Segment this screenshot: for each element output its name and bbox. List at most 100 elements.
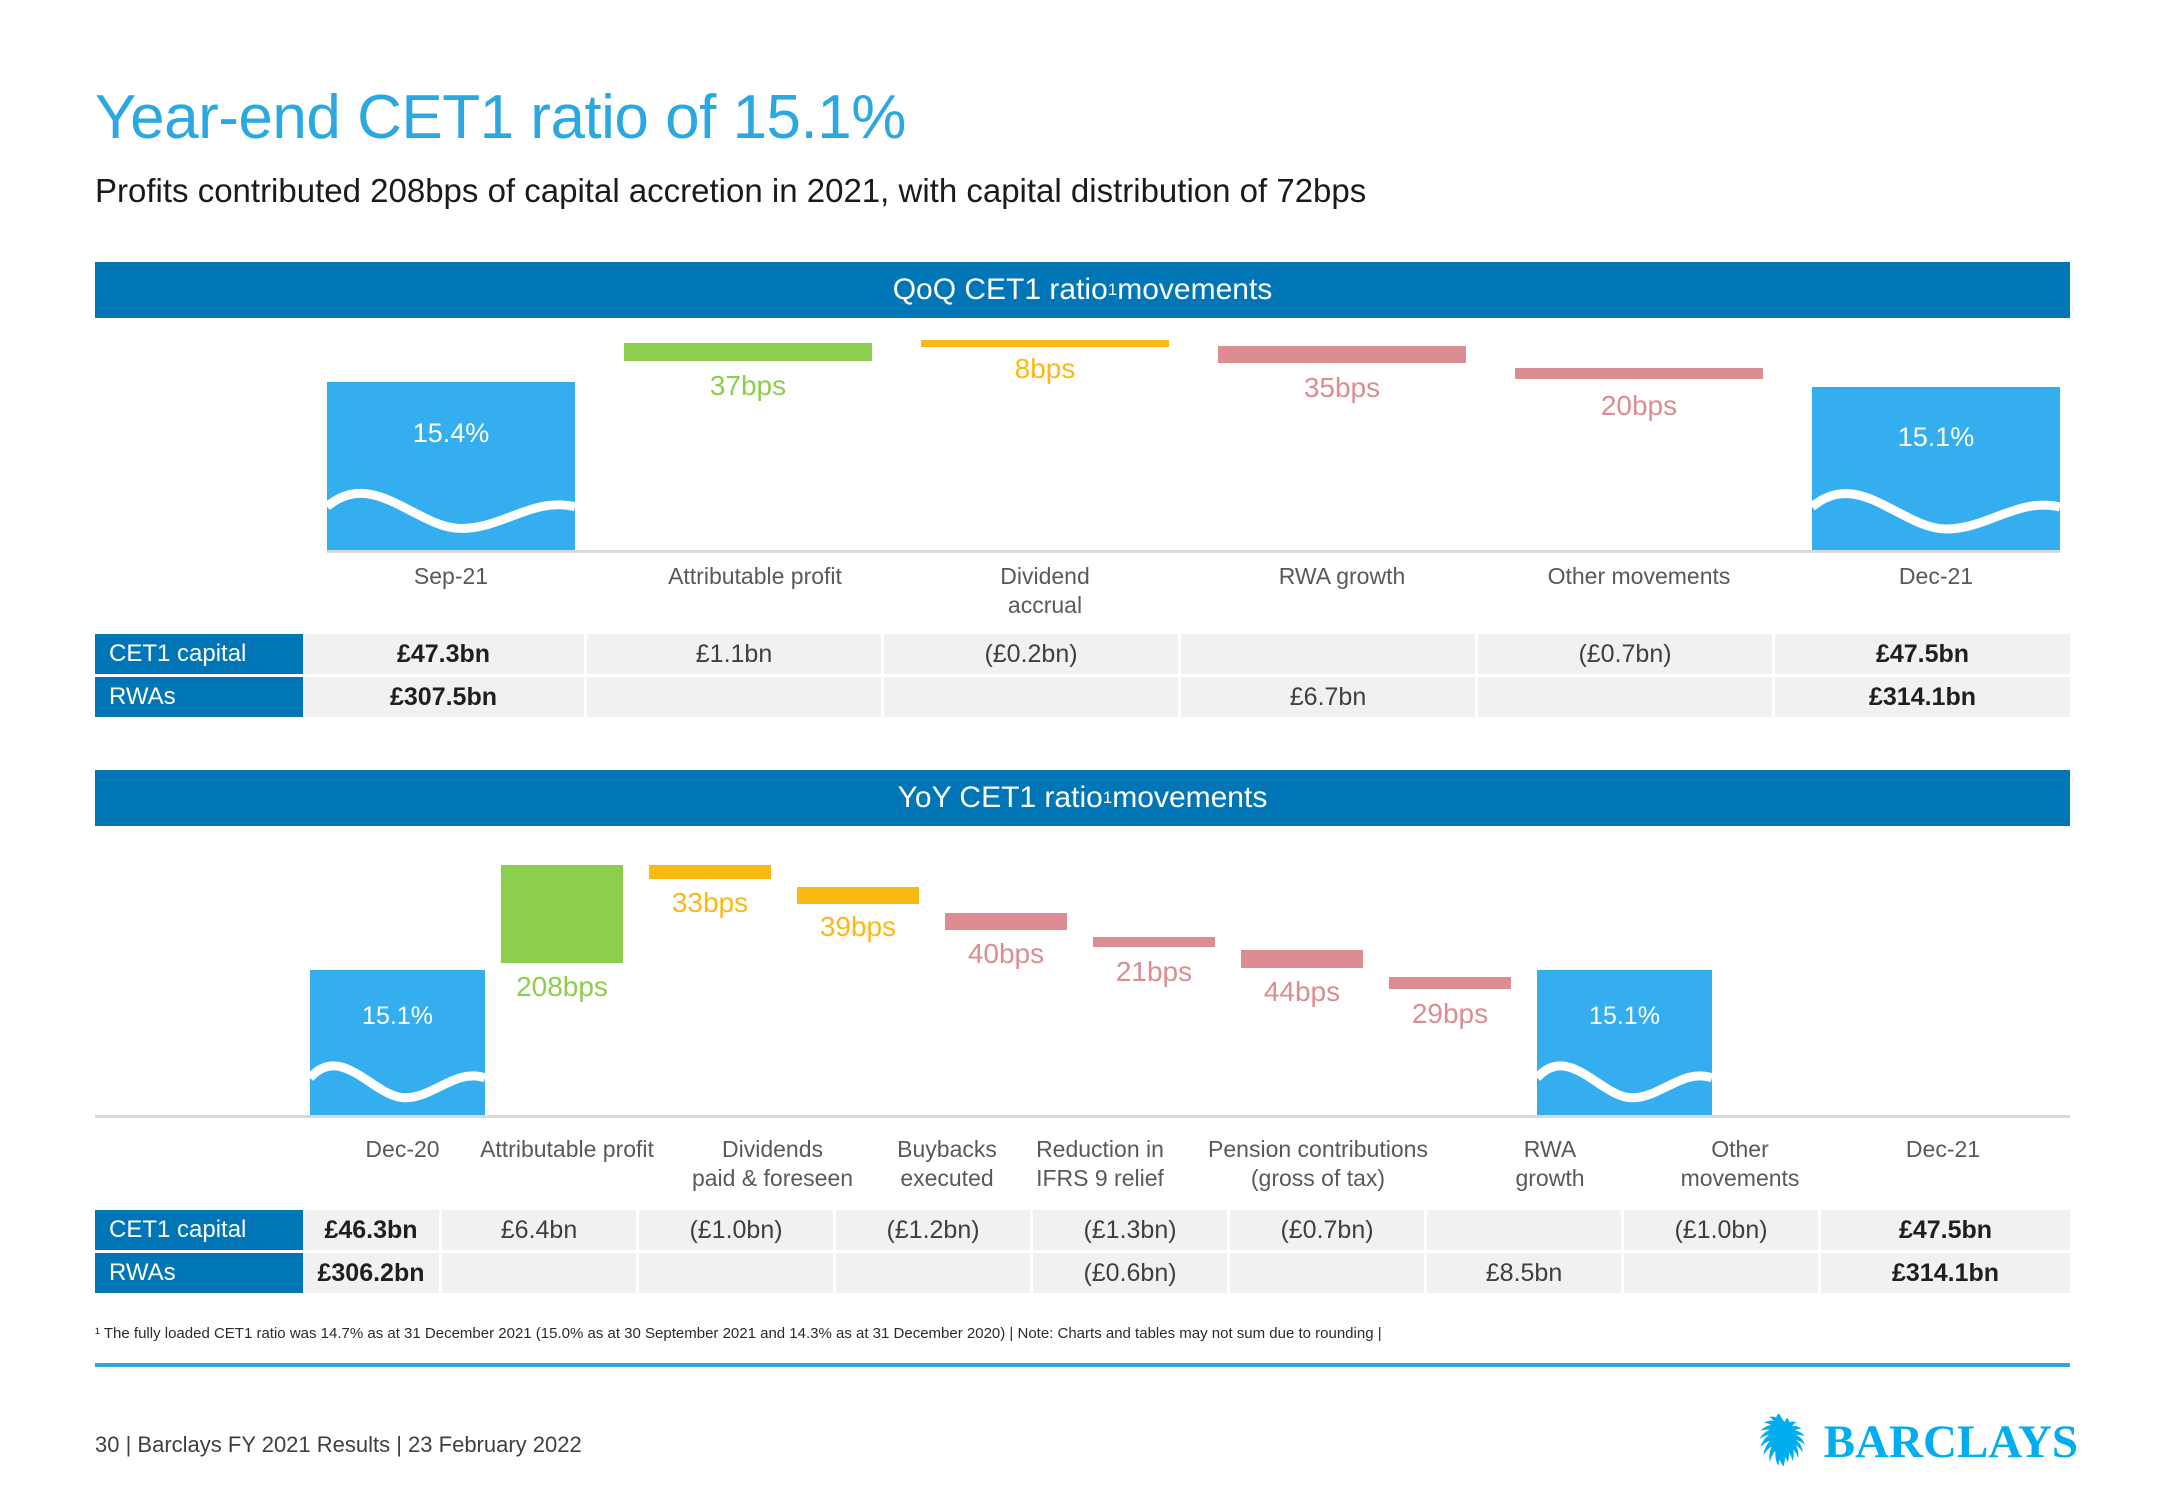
yoy-bar-dec21-wave-icon [1537, 1048, 1712, 1115]
yoy-bar-ifrs9-relief [945, 913, 1067, 930]
yoy-cell-rwas-2 [639, 1253, 836, 1293]
yoy-band-prefix: YoY CET1 ratio [897, 781, 1103, 814]
slide-root: Year-end CET1 ratio of 15.1% Profits con… [0, 0, 2166, 1500]
yoy-label-other-movements: 29bps [1411, 998, 1489, 1029]
qoq-data-table: CET1 capital £47.3bn £1.1bn (£0.2bn) (£0… [95, 634, 2070, 720]
qoq-cell-rwas-2 [884, 677, 1181, 717]
yoy-bar-dec21-value: 15.1% [1589, 1002, 1660, 1030]
qoq-bar-attributable-profit [624, 343, 872, 361]
qoq-cat-attributable-profit: Attributable profit [668, 563, 842, 589]
yoy-bar-dividends-paid [649, 865, 771, 879]
qoq-row-header-rwas: RWAs [95, 677, 303, 717]
yoy-cell-cet1-3: (£1.2bn) [836, 1210, 1033, 1250]
yoy-cat-other-movements: Other movements [1680, 1136, 1800, 1192]
qoq-band-suffix: movements [1117, 273, 1273, 306]
yoy-bar-dec20: 15.1% [310, 970, 485, 1115]
qoq-row-header-cet1: CET1 capital [95, 634, 303, 674]
footer-divider [95, 1363, 2070, 1367]
qoq-chart: 15.4% 37bps 8bps 35bps 20bps 15.1% [95, 330, 2070, 553]
yoy-cat-pension-contributions: Pension contributions (gross of tax) [1208, 1136, 1428, 1192]
yoy-cell-rwas-4: (£0.6bn) [1033, 1253, 1230, 1293]
yoy-cell-cet1-7: (£1.0bn) [1624, 1210, 1821, 1250]
yoy-cell-rwas-0: £306.2bn [303, 1253, 442, 1293]
yoy-bar-dec20-wave-icon [310, 1048, 485, 1115]
qoq-cell-cet1-5: £47.5bn [1775, 634, 2070, 674]
qoq-label-dividend-accrual: 8bps [1014, 353, 1076, 384]
qoq-bar-sep21-wave-icon [327, 473, 575, 550]
yoy-bar-dec21: 15.1% [1537, 970, 1712, 1115]
yoy-cat-dividends-paid: Dividends paid & foreseen [691, 1136, 854, 1192]
yoy-row-header-cet1: CET1 capital [95, 1210, 303, 1250]
qoq-cell-rwas-5: £314.1bn [1775, 677, 2070, 717]
qoq-bar-dec21-value: 15.1% [1897, 422, 1975, 452]
qoq-label-other-movements: 20bps [1600, 390, 1678, 421]
page-title: Year-end CET1 ratio of 15.1% [95, 83, 906, 152]
yoy-bar-attributable-profit [501, 865, 623, 963]
qoq-bar-dividend-accrual [921, 340, 1169, 347]
yoy-cell-cet1-4: (£1.3bn) [1033, 1210, 1230, 1250]
footnote: ¹ The fully loaded CET1 ratio was 14.7% … [95, 1325, 1382, 1342]
qoq-bar-dec21: 15.1% [1812, 387, 2060, 550]
qoq-cell-rwas-3: £6.7bn [1181, 677, 1478, 717]
qoq-cell-cet1-4: (£0.7bn) [1478, 634, 1775, 674]
yoy-label-attributable-profit: 208bps [516, 971, 608, 1002]
yoy-bar-dec20-value: 15.1% [362, 1002, 433, 1030]
qoq-label-attributable-profit: 37bps [709, 370, 787, 401]
barclays-logo: BARCLAYS [1748, 1408, 2078, 1475]
barclays-eagle-icon [1748, 1408, 1810, 1475]
page-subtitle: Profits contributed 208bps of capital ac… [95, 172, 1367, 209]
qoq-cell-cet1-0: £47.3bn [303, 634, 587, 674]
yoy-cell-rwas-3 [836, 1253, 1033, 1293]
qoq-cat-other-movements: Other movements [1547, 563, 1731, 589]
qoq-cat-sep21: Sep-21 [413, 563, 489, 589]
yoy-cell-rwas-8: £314.1bn [1821, 1253, 2070, 1293]
qoq-cell-cet1-2: (£0.2bn) [884, 634, 1181, 674]
barclays-wordmark: BARCLAYS [1823, 1415, 2078, 1468]
qoq-label-rwa-growth: 35bps [1303, 372, 1381, 403]
yoy-axis-line [95, 1115, 2070, 1118]
qoq-bar-rwa-growth [1218, 346, 1466, 363]
qoq-axis-line [327, 550, 2060, 553]
yoy-cell-cet1-2: (£1.0bn) [639, 1210, 836, 1250]
qoq-bar-sep21-value: 15.4% [412, 418, 490, 448]
yoy-cell-rwas-1 [442, 1253, 639, 1293]
yoy-cell-cet1-5: (£0.7bn) [1230, 1210, 1427, 1250]
qoq-cell-rwas-4 [1478, 677, 1775, 717]
qoq-cell-cet1-1: £1.1bn [587, 634, 884, 674]
yoy-bar-buybacks-executed [797, 887, 919, 904]
yoy-section-band: YoY CET1 ratio 1 movements [95, 770, 2070, 826]
qoq-section-band: QoQ CET1 ratio 1 movements [95, 262, 2070, 318]
table-row: RWAs £306.2bn (£0.6bn) £8.5bn £314.1bn [95, 1253, 2070, 1293]
qoq-cell-rwas-0: £307.5bn [303, 677, 587, 717]
yoy-cat-ifrs9-relief: Reduction in IFRS 9 relief [1036, 1136, 1164, 1192]
qoq-bar-dec21-wave-icon [1812, 475, 2060, 550]
table-row: CET1 capital £46.3bn £6.4bn (£1.0bn) (£1… [95, 1210, 2070, 1250]
yoy-cell-rwas-7 [1624, 1253, 1821, 1293]
table-row: CET1 capital £47.3bn £1.1bn (£0.2bn) (£0… [95, 634, 2070, 674]
yoy-cell-cet1-0: £46.3bn [303, 1210, 442, 1250]
qoq-bar-other-movements [1515, 368, 1763, 379]
footer-meta: 30 | Barclays FY 2021 Results | 23 Febru… [95, 1432, 582, 1457]
yoy-cell-cet1-8: £47.5bn [1821, 1210, 2070, 1250]
yoy-data-table: CET1 capital £46.3bn £6.4bn (£1.0bn) (£1… [95, 1210, 2070, 1296]
yoy-cat-dec21: Dec-21 [1905, 1136, 1981, 1162]
yoy-cat-attributable-profit: Attributable profit [480, 1136, 654, 1162]
yoy-cell-rwas-5 [1230, 1253, 1427, 1293]
qoq-cell-cet1-3 [1181, 634, 1478, 674]
qoq-cell-rwas-1 [587, 677, 884, 717]
qoq-cat-dividend-accrual: Dividend accrual [1000, 563, 1090, 619]
qoq-bar-sep21: 15.4% [327, 382, 575, 550]
yoy-chart: 15.1% 208bps 33bps 39bps 40bps 21bps 44b… [95, 845, 2070, 1118]
yoy-cat-rwa-growth: RWA growth [1515, 1136, 1585, 1192]
qoq-cat-dec21: Dec-21 [1898, 563, 1974, 589]
yoy-cell-cet1-1: £6.4bn [442, 1210, 639, 1250]
table-row: RWAs £307.5bn £6.7bn £314.1bn [95, 677, 2070, 717]
yoy-bar-pension-contributions [1093, 937, 1215, 947]
qoq-band-prefix: QoQ CET1 ratio [892, 273, 1108, 306]
yoy-row-header-rwas: RWAs [95, 1253, 303, 1293]
yoy-bar-other-movements [1389, 977, 1511, 989]
qoq-cat-rwa-growth: RWA growth [1278, 563, 1406, 589]
yoy-band-suffix: movements [1112, 781, 1268, 814]
yoy-cell-rwas-6: £8.5bn [1427, 1253, 1624, 1293]
yoy-cell-cet1-6 [1427, 1210, 1624, 1250]
